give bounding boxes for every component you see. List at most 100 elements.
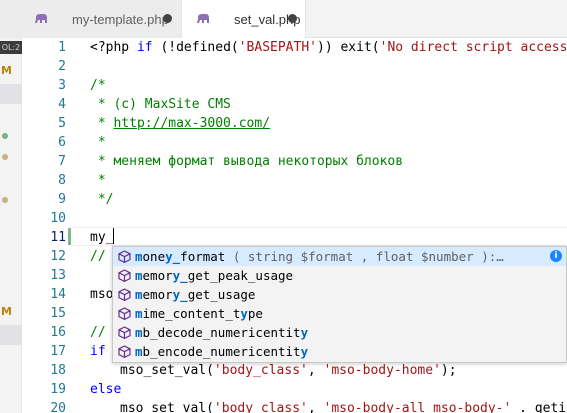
line-number: 10 <box>50 211 66 226</box>
code-text: , <box>307 363 324 378</box>
suggestion-item[interactable]: memory_get_peak_usage <box>113 266 566 285</box>
method-cube-icon <box>118 326 131 339</box>
string-literal: 'BASEPATH' <box>238 40 317 55</box>
suggestion-label: mb_decode_numericentity <box>135 323 308 342</box>
info-icon[interactable]: i <box>550 250 562 262</box>
suggestion-item[interactable]: mime_content_type <box>113 304 566 323</box>
outline-badge: OL:2 <box>0 41 22 54</box>
code-text: , <box>307 401 324 413</box>
line-number-gutter: 1 2 3 4 5 6 7 8 9 10 11 12 13 14 15 16 1… <box>22 38 72 413</box>
line-number: 20 <box>50 401 66 413</box>
method-cube-icon <box>118 307 131 320</box>
match-highlight: m <box>135 268 143 283</box>
unsaved-dot-icon[interactable] <box>288 14 297 23</box>
code-line-12: // <box>90 249 106 264</box>
code-line-17: if <box>90 344 106 359</box>
typed-text: my_ <box>90 230 114 245</box>
match-highlight: m <box>135 344 143 359</box>
comment: * <box>90 116 114 131</box>
code-text: . getin <box>519 401 567 413</box>
match-highlight: y <box>300 344 309 359</box>
label-part: get_peak_usage <box>187 268 294 283</box>
code-line-9: */ <box>90 192 114 207</box>
line-number: 16 <box>50 325 66 340</box>
line-number: 2 <box>58 59 66 74</box>
code-text: mso_set_val( <box>120 363 214 378</box>
label-part: format <box>180 249 226 264</box>
tab-my-template[interactable]: my-template.php <box>0 0 182 38</box>
line-number: 14 <box>50 287 66 302</box>
code-line-19: else <box>90 382 122 397</box>
text-cursor <box>113 228 115 244</box>
status-dot-icon <box>2 154 8 160</box>
line-number: 18 <box>50 363 66 378</box>
suggestion-label: mb_encode_numericentity <box>135 342 308 361</box>
line-number: 5 <box>58 116 66 131</box>
selected-row-band <box>0 325 22 345</box>
line-number: 6 <box>58 135 66 150</box>
method-cube-icon <box>118 345 131 358</box>
suggestion-item[interactable]: memory_get_usage <box>113 285 566 304</box>
string-literal: 'No direct script access <box>379 40 567 55</box>
php-elephant-icon <box>35 14 47 23</box>
label-part: emor <box>142 287 173 302</box>
line-number: 4 <box>58 97 66 112</box>
label-part: pe <box>247 306 263 321</box>
label-part: b_encode_numericentit <box>142 344 301 359</box>
string-literal: 'body class' <box>213 401 308 413</box>
string-literal: 'mso-body-home' <box>323 363 441 378</box>
match-highlight: m <box>135 325 143 340</box>
match-highlight: m <box>135 287 143 302</box>
suggestion-label: memory_get_usage <box>135 285 255 304</box>
label-part: one <box>142 249 166 264</box>
autocomplete-suggestions[interactable]: money_format ( string $format , float $n… <box>112 246 567 363</box>
code-line-14: mso <box>90 287 114 302</box>
code-line-1: <?php if (!defined('BASEPATH')) exit('No… <box>90 38 567 57</box>
line-number: 15 <box>50 306 66 321</box>
match-highlight: m <box>135 249 143 264</box>
suggestion-item[interactable]: mb_encode_numericentity <box>113 342 566 361</box>
code-line-11: my_ <box>90 228 115 247</box>
match-highlight: y_ <box>172 268 188 283</box>
tab-label: my-template.php <box>72 11 169 27</box>
code-line-8: * <box>90 173 106 188</box>
match-highlight: y_ <box>165 249 181 264</box>
line-number: 17 <box>50 344 66 359</box>
code-line-7: * меняем формат вывода некоторых блоков <box>90 154 404 169</box>
status-dot-icon <box>2 133 8 139</box>
suggestion-item[interactable]: money_format ( string $format , float $n… <box>113 247 566 266</box>
method-cube-icon <box>118 250 131 263</box>
tab-set-val[interactable]: set_val.php <box>182 0 306 38</box>
match-highlight: y <box>240 306 248 321</box>
suggestion-label: memory_get_peak_usage <box>135 266 293 285</box>
unsaved-dot-icon[interactable] <box>163 14 172 23</box>
php-elephant-icon <box>197 14 209 23</box>
code-text: (!defined( <box>152 40 239 55</box>
method-cube-icon <box>118 269 131 282</box>
selected-row-band <box>0 84 22 104</box>
line-number: 1 <box>58 40 66 55</box>
code-text: )) exit( <box>317 40 380 55</box>
tab-bar: my-template.php set_val.php <box>0 0 567 38</box>
editor-window: my-template.php set_val.php OL:2 M M 1 2… <box>0 0 567 413</box>
suggestion-signature: ( string $format , float $number ):… <box>225 249 504 264</box>
comment-link[interactable]: http://max-3000.com/ <box>113 116 270 131</box>
left-panel-edge: OL:2 M M <box>0 38 22 413</box>
code-line-16: // <box>90 325 106 340</box>
string-literal: 'body_class' <box>213 363 308 378</box>
method-cube-icon <box>118 288 131 301</box>
php-open-tag: <?php <box>90 40 137 55</box>
match-highlight: y <box>300 325 309 340</box>
suggestion-label: mime_content_type <box>135 304 263 323</box>
git-change-marker <box>68 228 71 245</box>
line-number: 3 <box>58 78 66 93</box>
match-highlight: y_ <box>172 287 188 302</box>
label-part: get_usage <box>187 287 256 302</box>
code-line-5: * http://max-3000.com/ <box>90 114 270 133</box>
line-number: 7 <box>58 154 66 169</box>
line-number: 12 <box>50 249 66 264</box>
suggestion-item[interactable]: mb_decode_numericentity <box>113 323 566 342</box>
code-line-20: mso set val('body class', 'mso-body-all … <box>120 399 567 413</box>
label-part: b_decode_numericentit <box>142 325 301 340</box>
match-highlight: m <box>135 306 143 321</box>
